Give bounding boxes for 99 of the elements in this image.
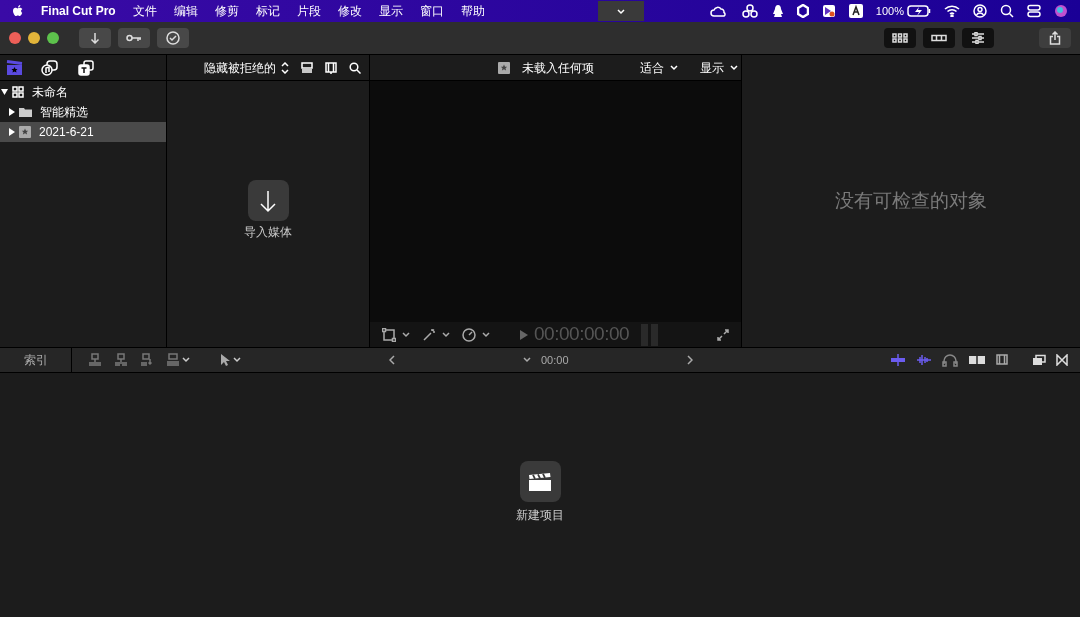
cloud-icon (709, 5, 728, 17)
search-icon (1000, 4, 1014, 18)
battery-charging-icon (907, 5, 931, 17)
menu-item[interactable]: 窗口 (419, 2, 444, 20)
clip-appearance-icon[interactable] (325, 61, 337, 74)
zoom-dropdown[interactable]: 适合 (640, 58, 678, 77)
display-dropdown[interactable]: 显示 (700, 58, 738, 77)
menu-item[interactable]: 修剪 (214, 2, 239, 20)
import-media-button[interactable] (247, 180, 289, 221)
list-view-icon[interactable] (301, 61, 313, 74)
share-icon (1049, 31, 1061, 45)
timecode-display: 00:00:00:00 (534, 322, 630, 347)
search-icon[interactable] (349, 61, 361, 74)
chevron-down-icon[interactable] (523, 357, 531, 363)
disclosure-expanded-icon[interactable] (1, 88, 8, 96)
insert-clip-icon[interactable] (114, 353, 128, 367)
overwrite-clip-icon[interactable] (166, 353, 180, 367)
magic-wand-icon[interactable] (422, 327, 436, 342)
siri-icon (1054, 4, 1068, 18)
index-button[interactable]: 索引 (0, 348, 72, 372)
menu-item[interactable]: 标记 (255, 2, 280, 20)
penguin-icon (771, 4, 784, 18)
menu-item[interactable]: 帮助 (460, 2, 485, 20)
apple-icon (12, 4, 24, 18)
library-item[interactable]: 智能精选 (0, 102, 166, 122)
control-center-icon (1027, 4, 1041, 18)
timeline-timecode: 00:00 (541, 352, 569, 368)
clapperboard-icon (528, 471, 552, 492)
down-arrow-icon (259, 188, 277, 213)
minimize-button[interactable] (28, 32, 40, 44)
filmstrip-icon[interactable] (996, 354, 1008, 366)
clip-appearance-icon[interactable] (968, 353, 986, 367)
headphones-icon[interactable] (942, 353, 958, 367)
chevron-down-icon (615, 7, 626, 15)
up-down-chevron-icon (281, 61, 289, 74)
import-media-label: 导入媒体 (244, 224, 292, 241)
connect-clip-icon[interactable] (88, 353, 102, 367)
chevron-down-icon[interactable] (233, 357, 241, 363)
checkmark-circle-icon (166, 31, 180, 45)
keywords-button[interactable] (118, 28, 150, 48)
pointer-icon[interactable] (220, 353, 230, 367)
disclosure-collapsed-icon[interactable] (8, 128, 15, 136)
folder-icon (19, 107, 32, 117)
clapperboard-star-icon[interactable] (6, 59, 23, 76)
chevron-down-icon[interactable] (402, 331, 410, 338)
viewer-title: 未载入任何项 (522, 59, 594, 77)
chevron-left-icon[interactable] (389, 355, 395, 365)
library-item[interactable]: 2021-6-21 (0, 122, 166, 142)
bowtie-icon[interactable] (1056, 354, 1068, 366)
sliders-icon (971, 32, 985, 44)
zoom-button[interactable] (47, 32, 59, 44)
event-star-icon (19, 126, 31, 138)
inspector-empty-message: 没有可检查的对象 (835, 189, 987, 213)
play-icon[interactable] (520, 329, 528, 340)
menu-item[interactable]: 显示 (378, 2, 403, 20)
keyboard-input-icon (848, 4, 863, 18)
inspector-toggle-button[interactable] (962, 28, 994, 48)
menu-item[interactable]: 修改 (337, 2, 362, 20)
fullscreen-icon[interactable] (717, 328, 729, 341)
chevron-down-icon[interactable] (442, 331, 450, 338)
user-icon (973, 4, 987, 18)
app-menu[interactable]: Final Cut Pro (41, 2, 116, 20)
menu-item[interactable]: 编辑 (173, 2, 198, 20)
down-arrow-icon (90, 32, 100, 44)
screen-recorder-icon (821, 4, 836, 18)
timeline-index-icon[interactable] (1032, 354, 1046, 366)
hexagon-icon (796, 4, 809, 18)
filter-dropdown[interactable]: 隐藏被拒绝的 (204, 58, 289, 77)
timeline-toggle-button[interactable] (923, 28, 955, 48)
chevron-down-icon (730, 64, 738, 71)
key-icon (126, 34, 142, 42)
share-button[interactable] (1039, 28, 1071, 48)
menu-item[interactable]: 文件 (132, 2, 157, 20)
battery-percentage: 100% (875, 3, 904, 19)
new-project-button[interactable] (519, 461, 561, 502)
filmstrip-icon (931, 34, 947, 42)
snapping-icon[interactable] (890, 353, 906, 367)
import-button[interactable] (79, 28, 111, 48)
disclosure-collapsed-icon[interactable] (8, 108, 15, 116)
chevron-down-icon[interactable] (482, 331, 490, 338)
speedometer-icon[interactable] (462, 327, 476, 342)
titles-icon[interactable] (77, 59, 95, 76)
library-item[interactable]: 未命名 (0, 82, 166, 102)
grid-icon (892, 33, 908, 43)
rings-icon (740, 4, 759, 18)
new-project-label: 新建项目 (516, 507, 564, 524)
chevron-down-icon[interactable] (182, 357, 190, 363)
browser-toggle-button[interactable] (884, 28, 916, 48)
audio-skimming-icon[interactable] (916, 353, 932, 367)
append-clip-icon[interactable] (140, 353, 154, 367)
wifi-icon (944, 5, 960, 17)
close-button[interactable] (9, 32, 21, 44)
library-grid-icon (12, 86, 24, 98)
chevron-down-icon (670, 64, 678, 71)
menu-dropdown[interactable] (597, 1, 644, 21)
menu-item[interactable]: 片段 (296, 2, 321, 20)
background-tasks-button[interactable] (157, 28, 189, 48)
transform-icon[interactable] (382, 327, 396, 342)
chevron-right-icon[interactable] (686, 355, 693, 365)
